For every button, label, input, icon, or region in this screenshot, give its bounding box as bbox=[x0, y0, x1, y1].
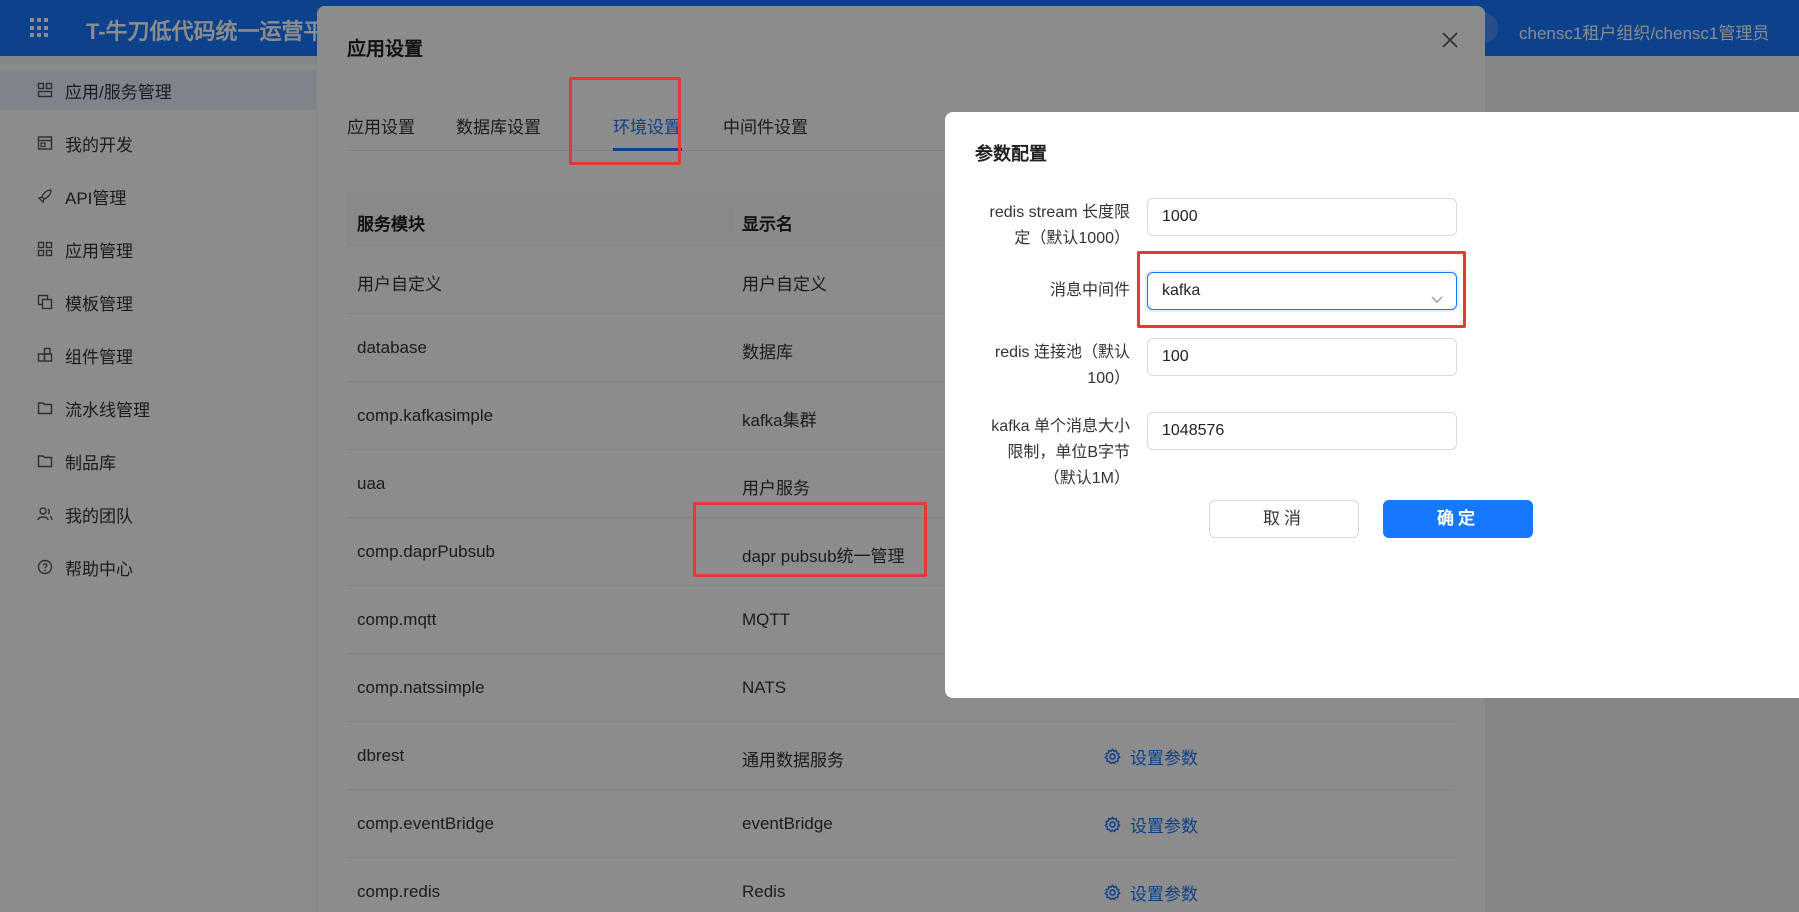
param-config-dialog: 参数配置 redis stream 长度限 定（默认1000） 1000 消息中… bbox=[945, 112, 1799, 698]
field-label-kafka-message-size: kafka 单个消息大小 限制，单位B字节 （默认1M） bbox=[945, 414, 1130, 492]
label-line: 限制，单位B字节 bbox=[1007, 444, 1130, 461]
label-line: redis 连接池（默认 bbox=[994, 344, 1130, 361]
label-line: kafka 单个消息大小 bbox=[991, 418, 1130, 435]
chevron-down-icon bbox=[1430, 284, 1444, 303]
label-line: 定（默认1000） bbox=[1014, 230, 1130, 247]
select-value: kafka bbox=[1162, 282, 1201, 299]
field-label-connection-pool: redis 连接池（默认 100） bbox=[945, 340, 1130, 392]
label-line: redis stream 长度限 bbox=[989, 204, 1130, 221]
field-label-stream-limit: redis stream 长度限 定（默认1000） bbox=[945, 200, 1130, 252]
cancel-button[interactable]: 取消 bbox=[1209, 500, 1359, 538]
kafka-message-size-input[interactable]: 1048576 bbox=[1147, 412, 1457, 450]
field-label-message-middleware: 消息中间件 bbox=[1049, 282, 1130, 299]
confirm-button[interactable]: 确定 bbox=[1383, 500, 1533, 538]
dialog-title: 参数配置 bbox=[975, 144, 1047, 164]
message-middleware-select[interactable]: kafka bbox=[1147, 272, 1457, 310]
label-line: 100） bbox=[1087, 370, 1130, 387]
label-line: （默认1M） bbox=[1043, 470, 1130, 487]
connection-pool-input[interactable]: 100 bbox=[1147, 338, 1457, 376]
stream-limit-input[interactable]: 1000 bbox=[1147, 198, 1457, 236]
